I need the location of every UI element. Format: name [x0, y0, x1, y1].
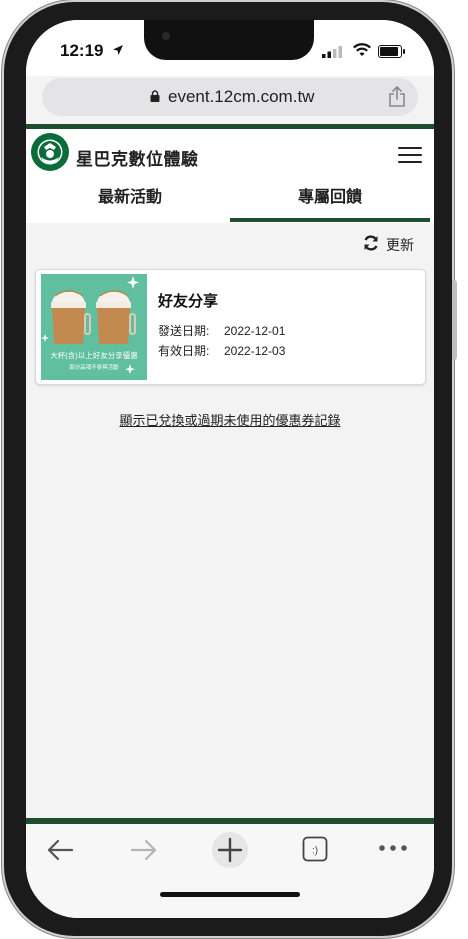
battery-tip: [403, 49, 405, 54]
tabs-icon[interactable]: :): [302, 836, 328, 862]
url-text: event.12cm.com.tw: [168, 87, 315, 106]
cellular-signal-icon: [322, 46, 342, 58]
back-arrow-icon[interactable]: [46, 838, 74, 862]
address-bar[interactable]: event.12cm.com.tw: [42, 78, 418, 116]
new-tab-plus-icon[interactable]: [211, 831, 249, 869]
coupon-image: 大杯(含)以上好友分享優惠 部分品項不參與活動: [41, 274, 147, 380]
coupon-title: 好友分享: [158, 293, 219, 310]
tab-bar: 最新活動 專屬回饋: [26, 175, 434, 223]
coupon-history-link[interactable]: 顯示已兌換或過期未使用的優惠券記錄: [26, 410, 434, 429]
refresh-icon: [364, 235, 378, 251]
send-date-value: 2022-12-01: [224, 324, 286, 338]
valid-date-label: 有效日期:: [158, 344, 210, 358]
valid-date-row: 有效日期: 2022-12-03: [158, 342, 285, 359]
home-indicator: [160, 892, 300, 897]
send-date-row: 發送日期: 2022-12-01: [158, 322, 285, 339]
refresh-label: 更新: [386, 237, 414, 253]
lock-icon: [150, 90, 160, 102]
camera-dot: [162, 32, 170, 40]
active-tab-indicator: [230, 218, 430, 222]
tab-exclusive-rewards[interactable]: 專屬回饋: [230, 175, 430, 223]
tab-latest-events[interactable]: 最新活動: [30, 175, 230, 223]
wifi-icon: [353, 43, 371, 56]
starbucks-logo[interactable]: [31, 133, 69, 171]
phone-side-button: [452, 280, 457, 360]
coupon-image-subcaption: 部分品項不參與活動: [69, 365, 119, 371]
forward-arrow-icon[interactable]: [130, 838, 158, 862]
valid-date-value: 2022-12-03: [224, 344, 286, 358]
site-title: 星巴克數位體驗: [76, 150, 199, 169]
location-arrow-icon: [113, 45, 123, 55]
phone-screen: 12:19 event.12cm.com.tw 星巴克數位體驗 最新活動 專屬回…: [26, 20, 434, 918]
coupon-image-caption: 大杯(含)以上好友分享優惠: [50, 351, 138, 360]
notch: [144, 20, 314, 60]
coupon-card[interactable]: 大杯(含)以上好友分享優惠 部分品項不參與活動 好友分享 發送日期: 2022-1…: [35, 269, 426, 385]
send-date-label: 發送日期:: [158, 324, 210, 338]
battery-icon: [378, 45, 402, 58]
phone-frame: 12:19 event.12cm.com.tw 星巴克數位體驗 最新活動 專屬回…: [4, 2, 452, 936]
browser-toolbar: :): [26, 824, 434, 918]
hamburger-menu-icon[interactable]: [398, 147, 422, 163]
status-time: 12:19: [60, 41, 104, 60]
site-header: 星巴克數位體驗: [26, 129, 434, 175]
svg-text::): :): [312, 846, 318, 857]
more-icon[interactable]: [378, 844, 408, 852]
share-icon[interactable]: [388, 86, 406, 108]
status-bar: 12:19: [26, 20, 434, 76]
